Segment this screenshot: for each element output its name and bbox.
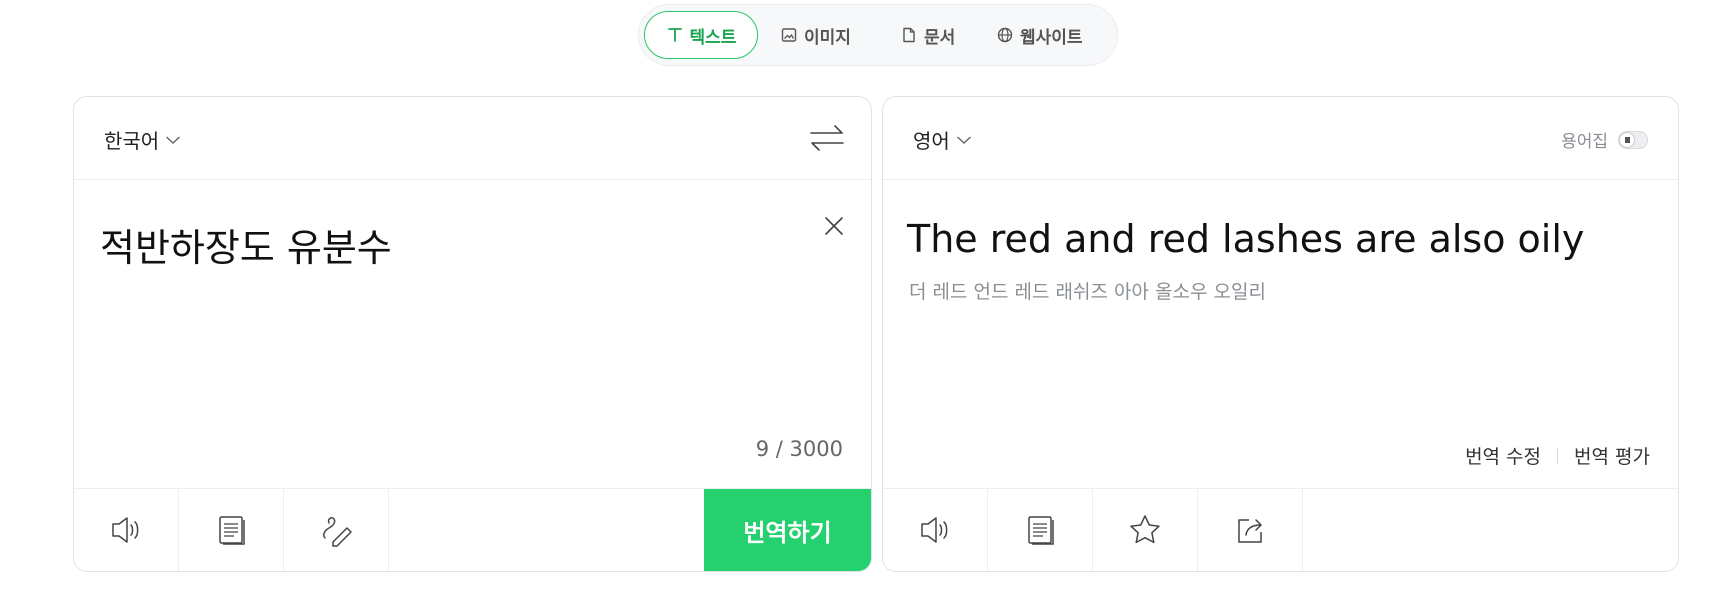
pronunciation-text: 더 레드 언드 레드 래쉬즈 아아 올소우 오일리: [909, 281, 1266, 303]
star-icon: [1130, 515, 1160, 544]
translate-button[interactable]: 번역하기: [704, 489, 871, 571]
character-count: 9 / 3000: [755, 437, 843, 461]
source-language-label: 한국어: [104, 129, 160, 153]
close-icon[interactable]: [823, 215, 845, 237]
target-toolbar: [883, 488, 1678, 571]
tab-website-label: 웹사이트: [1020, 27, 1083, 48]
tab-text[interactable]: 텍스트: [644, 11, 758, 59]
tab-text-label: 텍스트: [689, 27, 737, 48]
target-copy-button[interactable]: [988, 489, 1093, 571]
handwriting-icon: [323, 517, 352, 547]
chevron-down-icon: [956, 135, 971, 144]
source-header: 한국어: [74, 97, 871, 180]
speaker-icon: [112, 517, 139, 543]
glossary-switch[interactable]: [1618, 130, 1648, 149]
tab-document[interactable]: 문서: [886, 11, 969, 59]
speaker-icon: [921, 517, 948, 543]
target-header: 영어 용어집: [883, 97, 1678, 180]
share-button[interactable]: [1198, 489, 1303, 571]
translation-result: The red and red lashes are also oily: [907, 217, 1585, 261]
copy-icon: [1028, 516, 1054, 545]
rate-translation-link[interactable]: 번역 평가: [1574, 442, 1650, 469]
source-listen-button[interactable]: [74, 489, 179, 571]
favorite-button[interactable]: [1093, 489, 1198, 571]
text-icon: [667, 28, 682, 42]
glossary-label: 용어집: [1561, 132, 1608, 152]
target-language-label: 영어: [913, 129, 950, 153]
tab-image[interactable]: 이미지: [766, 11, 865, 59]
divider: [1557, 447, 1559, 464]
swap-languages-icon[interactable]: [809, 123, 845, 153]
source-language-select[interactable]: 한국어: [104, 125, 181, 154]
chevron-down-icon: [166, 135, 181, 144]
source-panel: 한국어 적반하장도 유분수 9 / 3000 번역하기: [73, 96, 872, 572]
globe-icon: [997, 27, 1013, 43]
mode-tabs: 텍스트 이미지 문서 웹사이트: [638, 4, 1118, 66]
copy-icon: [219, 516, 245, 545]
handwriting-button[interactable]: [284, 489, 389, 571]
bookmark-icon: [1620, 132, 1634, 147]
tab-website[interactable]: 웹사이트: [982, 11, 1097, 59]
source-copy-button[interactable]: [179, 489, 284, 571]
tab-image-label: 이미지: [804, 27, 851, 48]
target-language-select[interactable]: 영어: [913, 125, 972, 154]
tab-document-label: 문서: [924, 27, 956, 48]
target-listen-button[interactable]: [883, 489, 988, 571]
source-text-input[interactable]: 적반하장도 유분수: [100, 217, 392, 272]
feedback-links: 번역 수정 번역 평가: [1465, 442, 1650, 469]
glossary-toggle[interactable]: 용어집: [1561, 127, 1648, 152]
edit-translation-link[interactable]: 번역 수정: [1465, 442, 1541, 469]
share-icon: [1238, 519, 1262, 543]
image-icon: [781, 28, 797, 42]
target-panel: 영어 용어집 The red and red lashes are also o…: [882, 96, 1679, 572]
document-icon: [903, 27, 915, 43]
